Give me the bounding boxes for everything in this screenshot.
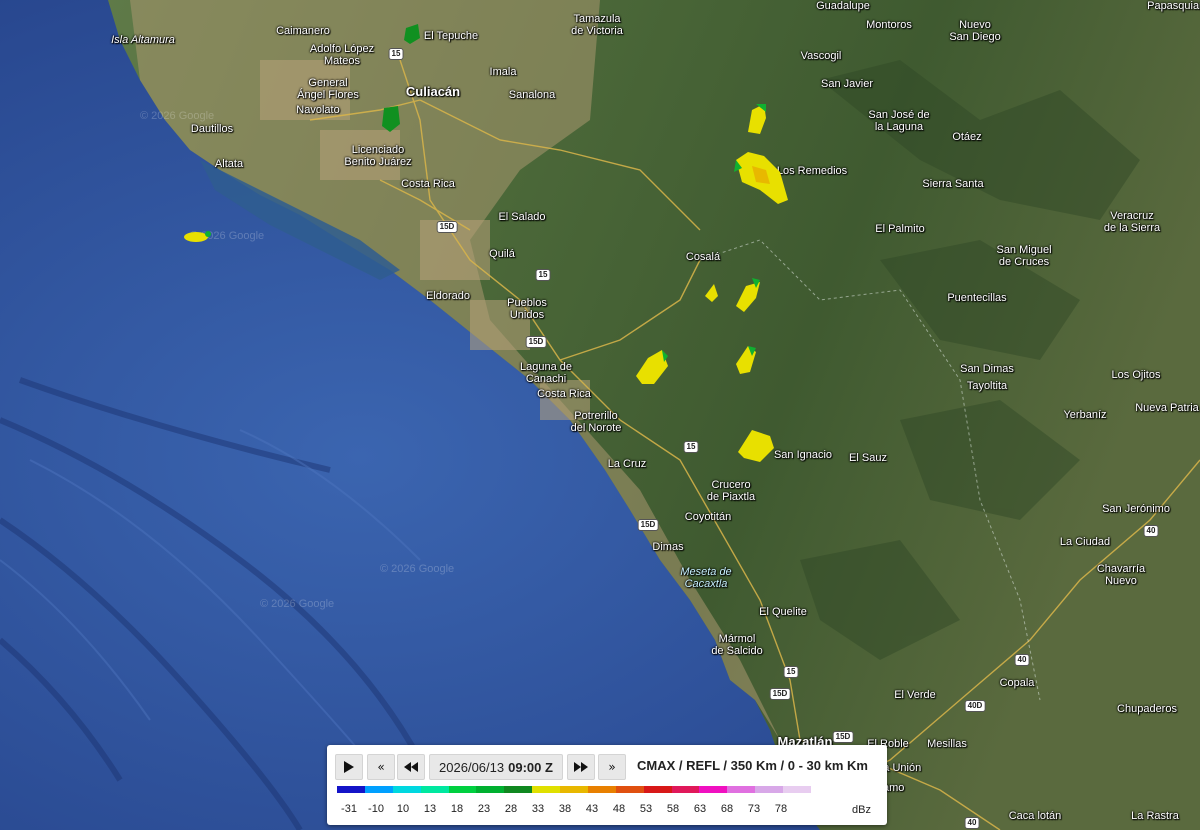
scale-value-label: 10: [396, 803, 410, 815]
double-chevron-left-icon: «: [377, 760, 385, 774]
scale-value-label: 78: [774, 803, 788, 815]
scale-color-swatch: [587, 786, 616, 793]
radar-player-panel: « 2026/06/13 09:00 Z » CMAX / REFL / 350…: [327, 745, 887, 825]
rewind-icon: [404, 762, 418, 772]
scale-value-label: 33: [531, 803, 545, 815]
date-text: 2026/06/13: [439, 759, 505, 775]
scale-value-label: -31: [341, 803, 357, 815]
radar-echo: [382, 106, 400, 132]
scale-color-swatch: [727, 786, 756, 793]
radar-echo: [738, 430, 774, 462]
scale-color-swatch: [783, 786, 811, 793]
radar-echoes: [184, 24, 788, 462]
scale-color-swatch: [504, 786, 533, 793]
fast-forward-icon: [574, 762, 588, 772]
radar-echo: [184, 231, 211, 242]
reflectivity-color-scale: [337, 786, 811, 793]
scale-color-swatch: [671, 786, 700, 793]
scale-color-swatch: [364, 786, 393, 793]
scale-color-swatch: [448, 786, 477, 793]
scale-value-label: 53: [639, 803, 653, 815]
scale-color-swatch: [420, 786, 449, 793]
scale-value-label: 23: [477, 803, 491, 815]
radar-echo: [404, 24, 420, 44]
scale-value-label: 28: [504, 803, 518, 815]
double-chevron-right-icon: »: [608, 760, 616, 774]
radar-echo: [736, 346, 756, 374]
scale-color-swatch: [337, 786, 365, 793]
scale-value-label: 38: [558, 803, 572, 815]
scale-color-swatch: [755, 786, 783, 793]
scale-color-swatch: [643, 786, 672, 793]
scale-value-label: 73: [747, 803, 761, 815]
step-forward-button[interactable]: [567, 754, 595, 780]
scale-color-swatch: [476, 786, 505, 793]
play-icon: [344, 761, 354, 773]
scale-value-label: 18: [450, 803, 464, 815]
scale-value-label: -10: [368, 803, 384, 815]
scale-color-swatch: [532, 786, 560, 793]
scale-unit: dBz: [852, 804, 871, 816]
scale-value-label: 68: [720, 803, 734, 815]
time-text: 09:00 Z: [508, 759, 553, 775]
scale-value-label: 43: [585, 803, 599, 815]
timestamp-display: 2026/06/13 09:00 Z: [429, 754, 563, 780]
play-button[interactable]: [335, 754, 363, 780]
radar-echo: [636, 350, 668, 384]
reflectivity-scale-labels: -31 -10 10 13 18 23 28 33 38 43 48 53 58 63 68 73 78: [327, 803, 887, 817]
radar-echo: [748, 104, 766, 134]
scale-value-label: 48: [612, 803, 626, 815]
scale-color-swatch: [615, 786, 644, 793]
scale-color-swatch: [392, 786, 421, 793]
scale-value-label: 13: [423, 803, 437, 815]
scale-value-label: 58: [666, 803, 680, 815]
radar-echo: [734, 152, 788, 204]
product-label: CMAX / REFL / 350 Km / 0 - 30 km Km: [637, 758, 868, 773]
scale-value-label: 63: [693, 803, 707, 815]
step-back-button[interactable]: [397, 754, 425, 780]
scale-color-swatch: [699, 786, 728, 793]
radar-echo: [705, 278, 760, 312]
scale-color-swatch: [560, 786, 588, 793]
skip-back-button[interactable]: «: [367, 754, 395, 780]
skip-forward-button[interactable]: »: [598, 754, 626, 780]
